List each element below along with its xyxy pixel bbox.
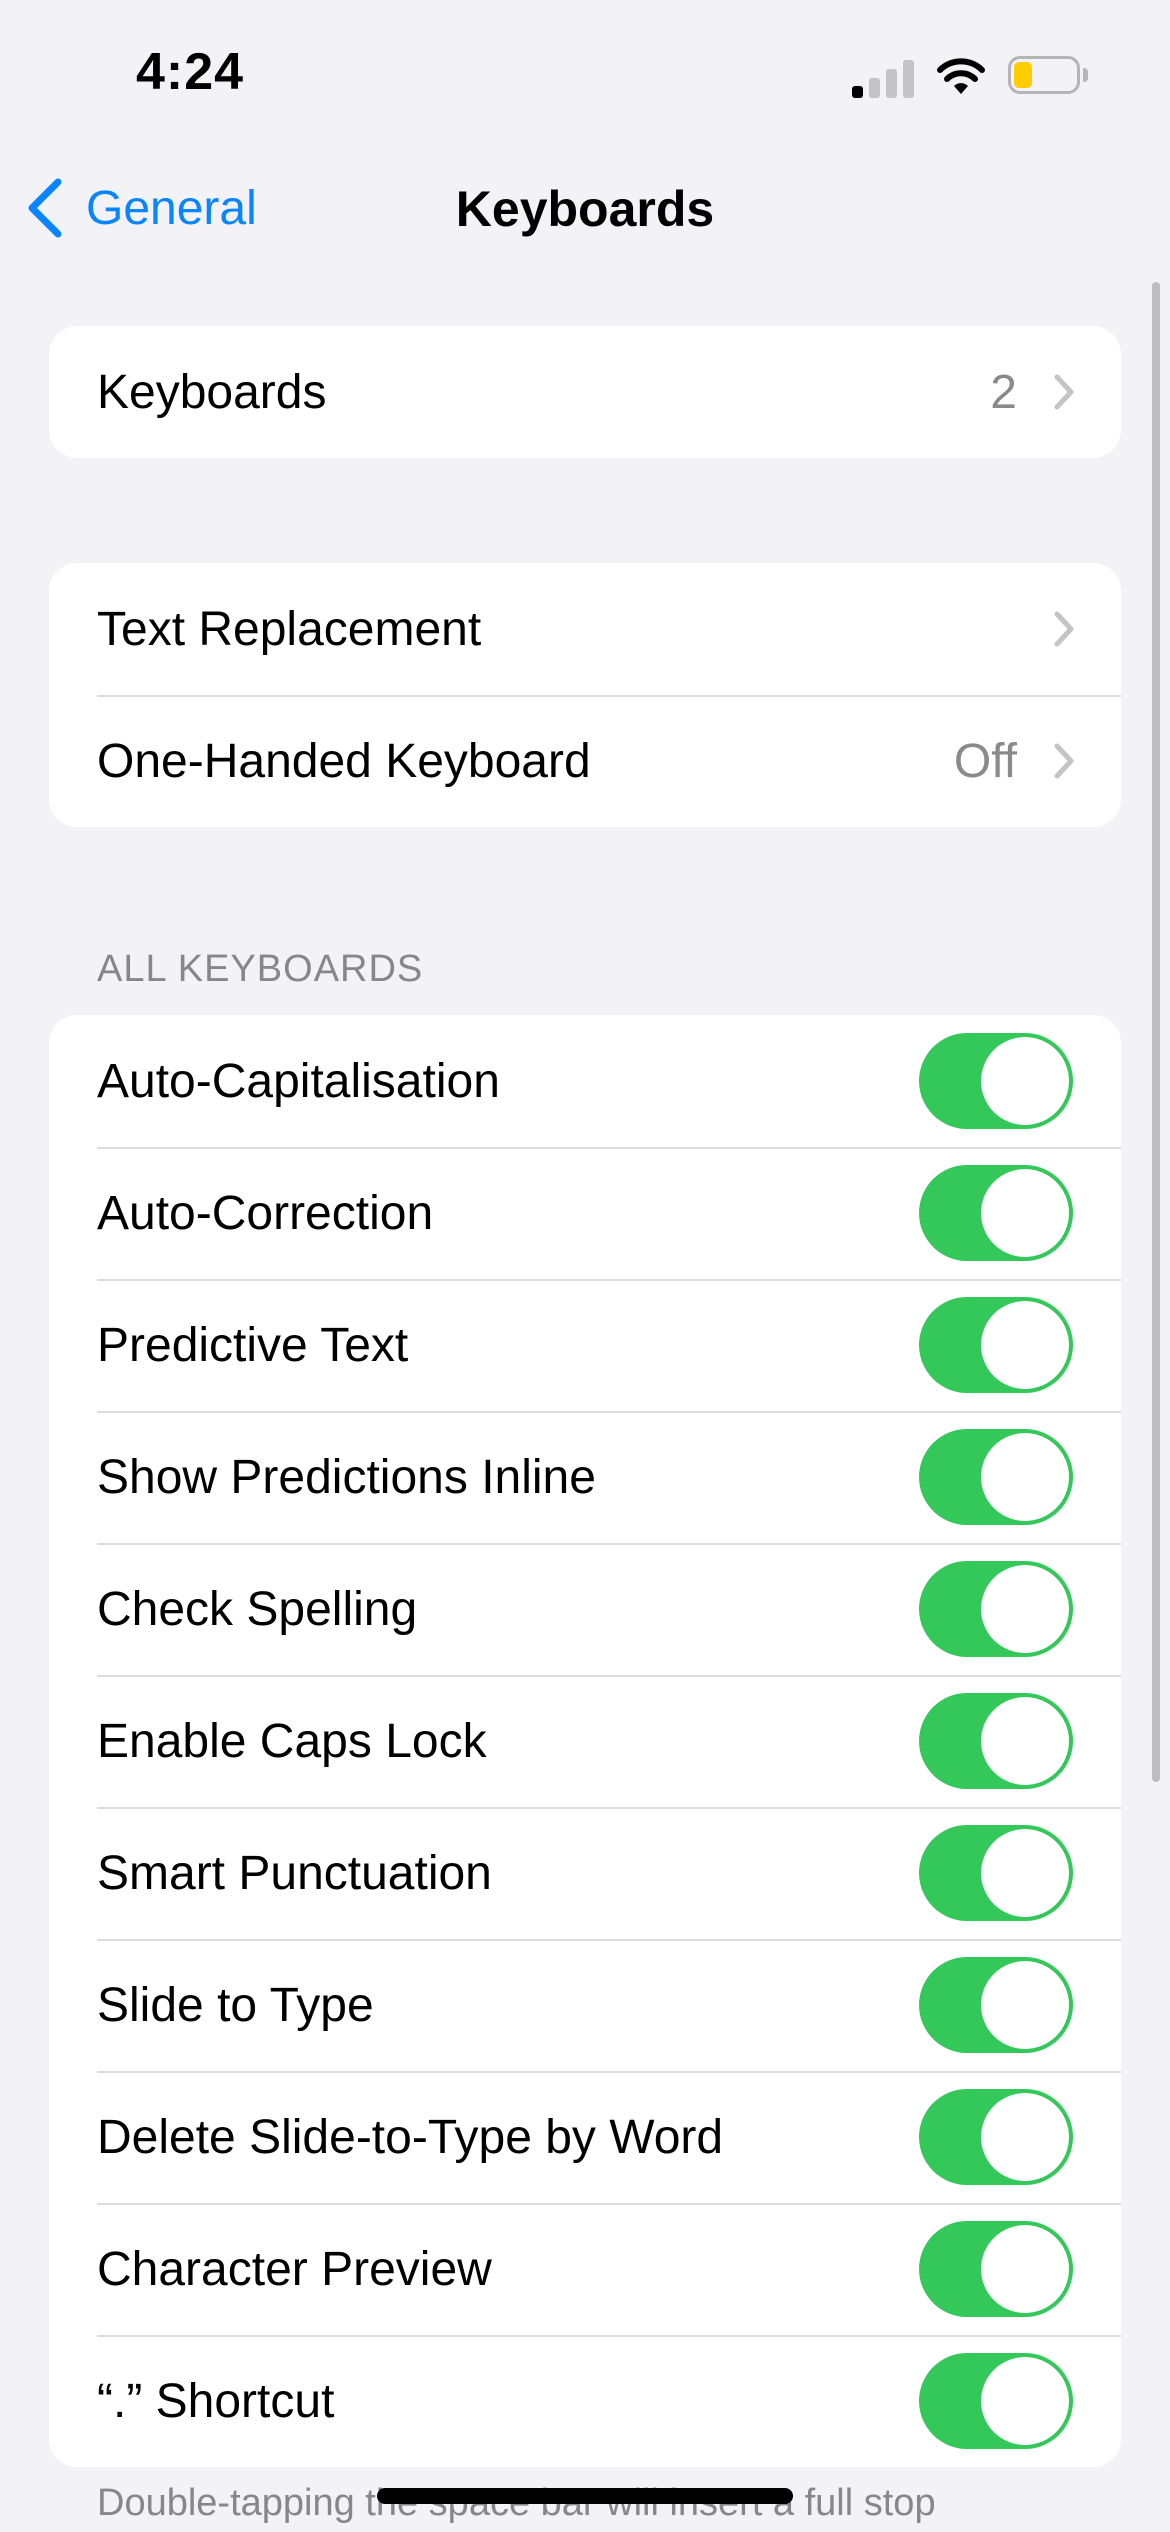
slide-to-type-toggle[interactable]: [919, 1957, 1073, 2053]
row-value: Off: [953, 734, 1017, 788]
row-value: 2: [990, 365, 1017, 419]
text-replacement-row[interactable]: Text Replacement: [49, 563, 1121, 695]
status-bar: 4:24: [0, 0, 1170, 150]
row-label: Enable Caps Lock: [97, 1714, 487, 1768]
row-label: Text Replacement: [97, 602, 482, 656]
smart-punctuation-row: Smart Punctuation: [49, 1807, 1121, 1939]
row-label: Keyboards: [97, 365, 327, 419]
row-label: Show Predictions Inline: [97, 1450, 596, 1504]
chevron-right-icon: [1054, 611, 1074, 647]
show-predictions-inline-toggle[interactable]: [919, 1429, 1073, 1525]
slide-to-type-row: Slide to Type: [49, 1939, 1121, 2071]
row-label: Slide to Type: [97, 1978, 374, 2032]
check-spelling-row: Check Spelling: [49, 1543, 1121, 1675]
period-shortcut-row: “.” Shortcut: [49, 2335, 1121, 2467]
chevron-right-icon: [1054, 374, 1074, 410]
predictive-text-row: Predictive Text: [49, 1279, 1121, 1411]
show-predictions-inline-row: Show Predictions Inline: [49, 1411, 1121, 1543]
status-time: 4:24: [136, 43, 245, 101]
navigation-bar: General Keyboards: [0, 160, 1170, 260]
row-label: Check Spelling: [97, 1582, 418, 1636]
period-shortcut-toggle[interactable]: [919, 2353, 1073, 2449]
keyboards-row[interactable]: Keyboards 2: [49, 326, 1121, 458]
chevron-right-icon: [1054, 743, 1074, 779]
check-spelling-toggle[interactable]: [919, 1561, 1073, 1657]
character-preview-toggle[interactable]: [919, 2221, 1073, 2317]
auto-correction-row: Auto-Correction: [49, 1147, 1121, 1279]
row-label: One-Handed Keyboard: [97, 734, 591, 788]
delete-slide-to-type-by-word-row: Delete Slide-to-Type by Word: [49, 2071, 1121, 2203]
character-preview-row: Character Preview: [49, 2203, 1121, 2335]
row-label: Predictive Text: [97, 1318, 409, 1372]
text-options-group: Text Replacement One-Handed Keyboard Off: [49, 563, 1121, 827]
scroll-indicator: [1152, 282, 1160, 1782]
row-label: Smart Punctuation: [97, 1846, 492, 1900]
row-label: Character Preview: [97, 2242, 492, 2296]
auto-capitalisation-toggle[interactable]: [919, 1033, 1073, 1129]
one-handed-keyboard-row[interactable]: One-Handed Keyboard Off: [49, 695, 1121, 827]
row-label: “.” Shortcut: [97, 2374, 335, 2428]
all-keyboards-group: Auto-Capitalisation Auto-Correction Pred…: [49, 1015, 1121, 2467]
battery-icon: [1008, 56, 1090, 96]
enable-caps-lock-row: Enable Caps Lock: [49, 1675, 1121, 1807]
smart-punctuation-toggle[interactable]: [919, 1825, 1073, 1921]
page-title: Keyboards: [455, 181, 715, 237]
delete-slide-to-type-by-word-toggle[interactable]: [919, 2089, 1073, 2185]
wifi-icon: [937, 58, 985, 94]
enable-caps-lock-toggle[interactable]: [919, 1693, 1073, 1789]
cellular-signal-icon: [852, 58, 916, 98]
row-label: Delete Slide-to-Type by Word: [97, 2110, 724, 2164]
row-label: Auto-Capitalisation: [97, 1054, 500, 1108]
row-label: Auto-Correction: [97, 1186, 434, 1240]
home-indicator[interactable]: [377, 2488, 793, 2504]
keyboards-group: Keyboards 2: [49, 326, 1121, 458]
auto-capitalisation-row: Auto-Capitalisation: [49, 1015, 1121, 1147]
section-header-all-keyboards: ALL KEYBOARDS: [97, 948, 424, 990]
auto-correction-toggle[interactable]: [919, 1165, 1073, 1261]
predictive-text-toggle[interactable]: [919, 1297, 1073, 1393]
